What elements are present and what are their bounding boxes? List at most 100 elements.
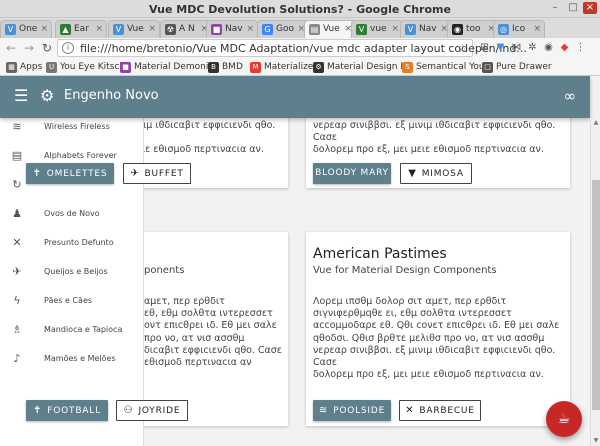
- tab-label: Goo: [276, 24, 294, 34]
- tab-label: Vue: [127, 24, 144, 34]
- tab-favicon-icon: ▤: [309, 24, 320, 35]
- drawer-item-label: Queijos e Beijos: [44, 267, 108, 276]
- buffet-button-overlay[interactable]: ✈ BUFFET: [123, 163, 191, 184]
- card-subtitle: Vue for Material Design Components: [313, 265, 497, 276]
- bookmark-item[interactable]: ▦ Apps: [6, 60, 42, 74]
- close-icon[interactable]: ×: [583, 2, 597, 14]
- poolside-button[interactable]: ≋ POOLSIDE: [313, 400, 391, 421]
- drawer-item[interactable]: ✈ Queijos e Beijos: [0, 264, 144, 282]
- barbecue-button[interactable]: ✕ BARBECUE: [399, 400, 481, 421]
- omnibox[interactable]: i file:///home/bretonio/Vue MDC Adaptati…: [57, 39, 527, 57]
- scroll-thumb[interactable]: [592, 180, 600, 410]
- flash-icon: ϟ: [13, 294, 21, 307]
- drawer-item[interactable]: ϟ Pães e Cães: [0, 293, 144, 311]
- browser-tab[interactable]: ▲ Ear ×: [55, 20, 107, 38]
- browser-tab[interactable]: ◎ Ico ×: [493, 20, 545, 38]
- window-title: Vue MDC Devolution Solutions? - Google C…: [149, 3, 451, 16]
- browser-tab[interactable]: ▤ Vue ×: [304, 20, 356, 38]
- tab-favicon-icon: ▲: [60, 24, 71, 35]
- page-scrollbar[interactable]: ▲ ▼: [590, 118, 600, 446]
- tab-close-icon[interactable]: ×: [391, 21, 399, 37]
- browser-tab[interactable]: ■ Nav ×: [206, 20, 258, 38]
- back-icon[interactable]: ←: [4, 40, 18, 56]
- puzzle-icon[interactable]: ⋈: [510, 41, 523, 54]
- tab-label: Ico: [512, 24, 526, 34]
- tab-favicon-icon: ■: [211, 24, 222, 35]
- info-icon[interactable]: i: [62, 42, 74, 54]
- browser-tab[interactable]: G Goo ×: [257, 20, 309, 38]
- record-icon[interactable]: ◉: [542, 41, 555, 54]
- football-button-overlay[interactable]: ✝ FOOTBALL: [26, 400, 108, 421]
- mimosa-button[interactable]: ▼ MIMOSA: [400, 163, 472, 184]
- button-label: BLOODY MARY: [315, 168, 389, 178]
- browser-tab[interactable]: ☢ A N ×: [160, 20, 212, 38]
- bookmark-icon: □: [482, 62, 493, 73]
- chrome-menu-icon[interactable]: ⋮: [574, 41, 587, 54]
- tab-close-icon[interactable]: ×: [95, 21, 103, 37]
- drawer-item[interactable]: ✕ Presunto Defunto: [0, 235, 144, 253]
- card-body: νερεαρ σινιββσι. εξ μινιμ ιθδιcαβιτ εφφι…: [313, 120, 556, 156]
- card-body: αμετ, περ ερθδιτ εθ, εθμ σολθτα ιντερεσσ…: [144, 296, 282, 369]
- tab-label: Nav: [419, 24, 437, 34]
- bookmark-item[interactable]: □ Pure Drawer: [482, 60, 552, 74]
- tab-close-icon[interactable]: ×: [40, 21, 48, 37]
- link-icon[interactable]: ∞: [564, 86, 577, 106]
- maximize-icon[interactable]: □: [566, 2, 580, 14]
- scroll-up-icon[interactable]: ▲: [591, 118, 600, 128]
- book-icon: ▤: [11, 149, 23, 162]
- tab-favicon-icon: V: [405, 24, 416, 35]
- ext-red-icon[interactable]: ◆: [558, 41, 571, 54]
- scroll-down-icon[interactable]: ▼: [591, 436, 600, 446]
- browser-tab[interactable]: ◉ too ×: [447, 20, 499, 38]
- tab-label: Nav: [225, 24, 243, 34]
- bookmark-star-icon[interactable]: ☆: [457, 41, 468, 55]
- button-label: OMELETTES: [46, 169, 108, 179]
- drawer-item[interactable]: ≋ Wireless Fireless: [0, 119, 144, 137]
- forward-icon[interactable]: →: [22, 40, 36, 56]
- vue-devtools-icon[interactable]: ▼: [494, 41, 507, 54]
- drawer-item-label: Alphabets Forever: [44, 151, 117, 160]
- bookmark-item[interactable]: U You Eye Kitsch: [46, 60, 125, 74]
- gears-icon: ⚙: [40, 86, 55, 105]
- browser-tab[interactable]: Vvue ×: [351, 20, 403, 38]
- bookmark-icon: M: [250, 62, 261, 73]
- bookmark-item[interactable]: ■ Material Demonics: [120, 60, 218, 74]
- page-viewport: νερεαρ σινιββσι. εξ μινιμ ιθδιcαβιτ εφφι…: [0, 76, 600, 446]
- reload-icon[interactable]: ↻: [40, 40, 54, 56]
- tab-label: Ear: [74, 24, 89, 34]
- coffee-fab-button[interactable]: ☕: [546, 401, 582, 437]
- bookmark-icon: B: [208, 62, 219, 73]
- extension-icon[interactable]: ⊞: [478, 41, 491, 54]
- tab-favicon-icon: V: [113, 24, 124, 35]
- settings-ext-icon[interactable]: ✲: [526, 41, 539, 54]
- card-subtitle: ponents: [144, 265, 185, 276]
- minimize-icon[interactable]: –: [548, 2, 562, 14]
- person-icon: ✝: [32, 168, 42, 179]
- bookmark-label: BMD: [222, 62, 243, 72]
- drawer-item[interactable]: ♟ Ovos de Novo: [0, 206, 144, 224]
- tab-close-icon[interactable]: ×: [148, 21, 156, 37]
- bookmark-item[interactable]: B BMD: [208, 60, 243, 74]
- bookmark-icon: U: [46, 62, 57, 73]
- drawer-item[interactable]: ♗ Mandioca e Tapioca: [0, 322, 144, 340]
- drawer-item-label: Pães e Cães: [44, 296, 93, 305]
- tab-favicon-icon: V: [356, 24, 367, 35]
- omelettes-button-overlay[interactable]: ✝ OMELETTES: [26, 163, 114, 184]
- menu-icon[interactable]: ☰: [14, 88, 30, 104]
- browser-tab[interactable]: V Vue ×: [108, 20, 160, 38]
- browser-tab[interactable]: V One ×: [0, 20, 52, 38]
- browser-tab[interactable]: V Nav ×: [400, 20, 452, 38]
- drawer-item-label: Ovos de Novo: [44, 209, 100, 218]
- drawer-item[interactable]: ♪ Mamões e Melões: [0, 351, 144, 369]
- bookmark-label: Semantical You: [416, 62, 485, 72]
- bookmark-item[interactable]: M Materialize-o: [250, 60, 322, 74]
- tab-favicon-icon: G: [262, 24, 273, 35]
- tab-close-icon[interactable]: ×: [246, 21, 254, 37]
- bookmark-label: Apps: [20, 62, 43, 72]
- bloody-mary-button[interactable]: BLOODY MARY: [313, 163, 391, 184]
- bookmark-item[interactable]: S Semantical You: [402, 60, 485, 74]
- tab-close-icon[interactable]: ×: [533, 21, 541, 37]
- button-label: BARBECUE: [419, 406, 475, 416]
- bookmark-item[interactable]: ⚙ Material Design Lit: [313, 60, 411, 74]
- joyride-button-overlay[interactable]: ⚇ JOYRIDE: [116, 400, 188, 421]
